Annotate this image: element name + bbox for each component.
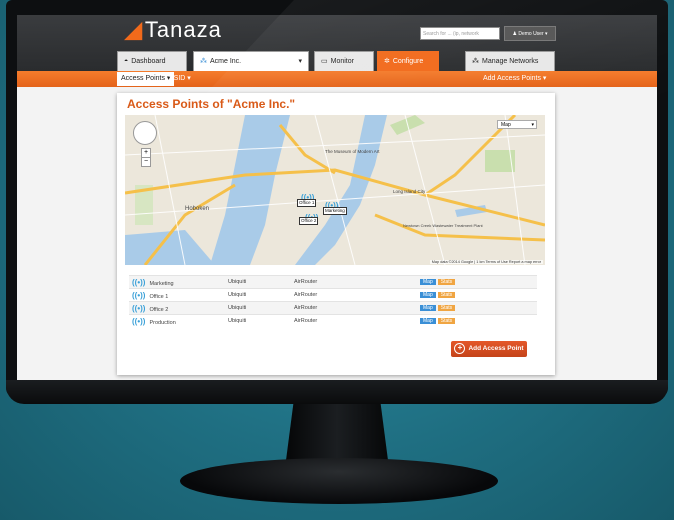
map-label-moma: The Museum of Modern Art	[325, 149, 380, 154]
nav-ssid[interactable]: SSID ▾	[169, 71, 191, 87]
plus-icon: +	[454, 342, 466, 354]
wifi-icon: ((•))	[132, 277, 146, 287]
map-label-newtown: Newtown Creek Wastewater Treatment Plant	[403, 223, 484, 228]
ap-name: Office 1	[149, 293, 169, 300]
monitor-stand-base	[180, 458, 498, 504]
chevron-down-icon: ▾	[298, 58, 302, 65]
search-input[interactable]: Search for ... (ip, network	[420, 27, 500, 40]
wifi-icon: ((•))	[132, 316, 146, 326]
ap-vendor: Ubiquiti	[225, 301, 291, 315]
ap-model: AirRouter	[291, 275, 417, 289]
marker-label-office-2: Office 2	[299, 217, 319, 225]
map-button[interactable]: Map	[420, 292, 436, 298]
marker-label-marketing: Marketing	[323, 207, 347, 215]
access-point-marker-icon[interactable]: ((•))	[305, 207, 318, 222]
ap-name: Production	[149, 319, 176, 326]
tab-dashboard[interactable]: ◓ Dashboard	[117, 51, 187, 71]
chevron-down-icon: ▾	[531, 122, 534, 128]
top-bar: ◢Tanaza Search for ... (ip, network ♟ De…	[17, 15, 657, 71]
ap-vendor: Ubiquiti	[225, 275, 291, 289]
ap-model: AirRouter	[291, 301, 417, 315]
ap-model: AirRouter	[291, 288, 417, 302]
network-icon: ⁂	[200, 58, 207, 65]
wifi-logo-icon: ◢	[125, 17, 143, 42]
map[interactable]: Hoboken The Museum of Modern Art Long Is…	[125, 115, 545, 265]
stats-button[interactable]: Stats	[437, 292, 456, 298]
marker-label-office-1: Office 1	[297, 199, 317, 207]
nav-access-points[interactable]: Access Points ▾	[117, 72, 175, 86]
nav-add-access-points[interactable]: Add Access Points ▾	[483, 71, 546, 87]
tools-icon: ✲	[384, 58, 390, 65]
table-row[interactable]: ((•)) Marketing Ubiquiti AirRouter Map Sta…	[129, 275, 537, 289]
stats-button[interactable]: Stats	[437, 279, 456, 285]
access-points-table: ((•)) Marketing Ubiquiti AirRouter Map Sta…	[129, 275, 537, 327]
add-access-point-button[interactable]: + Add Access Point	[451, 341, 527, 357]
network-icon: ⁂	[472, 58, 479, 65]
tab-dashboard-label: Dashboard	[131, 58, 166, 65]
map-label-lic: Long Island City	[393, 189, 426, 194]
wifi-icon: ((•))	[132, 290, 146, 300]
table-row[interactable]: ((•)) Office 2 Ubiquiti AirRouter Map Stat…	[129, 301, 537, 315]
tab-monitor-label: Monitor	[330, 58, 354, 65]
tab-configure-label: Configure	[392, 58, 424, 65]
table-row[interactable]: ((•)) Office 1 Ubiquiti AirRouter Map Stat…	[129, 288, 537, 302]
ap-vendor: Ubiquiti	[225, 314, 291, 327]
sub-navigation: Access Points ▾ SSID ▾ Add Access Points…	[17, 71, 657, 87]
map-canvas: Hoboken The Museum of Modern Art Long Is…	[125, 115, 545, 265]
access-point-marker-icon[interactable]: ((•))	[325, 195, 338, 210]
stats-button[interactable]: Stats	[437, 305, 456, 311]
tab-monitor[interactable]: ▭ Monitor	[314, 51, 374, 71]
monitor-icon: ▭	[321, 58, 328, 65]
map-type-select[interactable]: Map ▾	[497, 120, 537, 129]
stats-button[interactable]: Stats	[437, 318, 456, 324]
user-menu-label: Demo User ▾	[518, 31, 548, 37]
tab-manage-networks-label: Manage Networks	[482, 58, 539, 65]
map-button[interactable]: Map	[420, 279, 436, 285]
wifi-icon: ((•))	[132, 303, 146, 313]
gauge-icon: ◓	[124, 58, 129, 65]
ap-model: AirRouter	[291, 314, 417, 327]
ap-name: Office 2	[149, 306, 169, 313]
organization-label: Acme Inc.	[210, 58, 242, 65]
page-title: Access Points of "Acme Inc."	[127, 97, 296, 111]
map-button[interactable]: Map	[420, 305, 436, 311]
logo-text: Tanaza	[144, 17, 222, 42]
add-access-point-label: Add Access Point	[468, 345, 524, 352]
content-card: Access Points of "Acme Inc." Hoboken The…	[117, 93, 555, 375]
user-menu[interactable]: ♟ Demo User ▾	[504, 26, 556, 41]
monitor-chin	[6, 380, 668, 404]
map-button[interactable]: Map	[420, 318, 436, 324]
organization-select[interactable]: ⁂ Acme Inc. ▾	[193, 51, 309, 71]
tab-manage-networks[interactable]: ⁂ Manage Networks	[465, 51, 555, 71]
map-type-label: Map	[501, 122, 511, 128]
table-row[interactable]: ((•)) Production Ubiquiti AirRouter Map St…	[129, 314, 537, 327]
ap-vendor: Ubiquiti	[225, 288, 291, 302]
map-label-hoboken: Hoboken	[185, 206, 209, 212]
access-point-marker-icon[interactable]: ((•))	[301, 187, 314, 202]
logo[interactable]: ◢Tanaza	[125, 17, 222, 43]
tab-configure[interactable]: ✲ Configure	[377, 51, 439, 71]
ap-name: Marketing	[149, 280, 174, 287]
pan-control[interactable]	[133, 121, 157, 145]
screen: ◢Tanaza Search for ... (ip, network ♟ De…	[17, 15, 657, 380]
zoom-out-button[interactable]: −	[141, 157, 151, 167]
map-attribution: Map data ©2014 Google | 1 km Terms of Us…	[429, 260, 543, 264]
